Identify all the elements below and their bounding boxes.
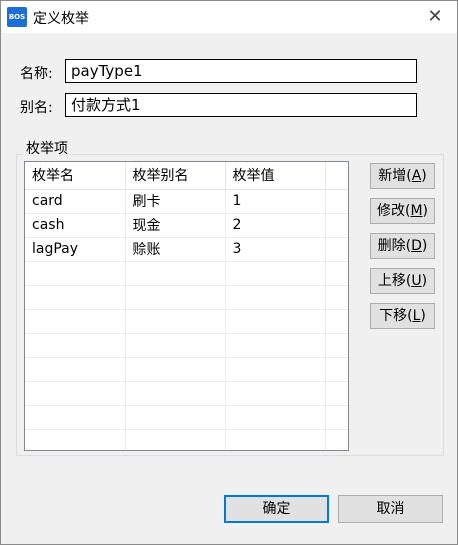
empty-row: [25, 333, 348, 358]
move-up-button[interactable]: 上移(U): [370, 268, 435, 294]
enum-items-group-title: 枚举项: [23, 138, 71, 158]
cancel-button[interactable]: 取消: [338, 495, 443, 523]
column-header-alias[interactable]: 枚举别名: [125, 162, 226, 190]
cell-name[interactable]: card: [25, 189, 126, 214]
table-row[interactable]: cash 现金 2: [25, 213, 348, 238]
empty-row: [25, 381, 348, 406]
title-bar: BOS 定义枚举 ✕: [1, 1, 457, 33]
cell-filler: [325, 237, 348, 262]
move-down-button[interactable]: 下移(L): [370, 303, 435, 329]
alias-input[interactable]: 付款方式1: [65, 93, 417, 117]
ok-button[interactable]: 确定: [224, 495, 329, 523]
column-header-name[interactable]: 枚举名: [25, 162, 126, 190]
cell-alias[interactable]: 赊账: [125, 237, 226, 262]
table-row[interactable]: card 刷卡 1: [25, 189, 348, 214]
cell-alias[interactable]: 现金: [125, 213, 226, 238]
empty-row: [25, 357, 348, 382]
cell-value[interactable]: 1: [225, 189, 326, 214]
name-label: 名称:: [20, 66, 53, 82]
name-input[interactable]: payType1: [65, 59, 417, 83]
cell-alias[interactable]: 刷卡: [125, 189, 226, 214]
enum-definition-dialog: BOS 定义枚举 ✕ 名称: payType1 别名: 付款方式1 枚举项 枚举…: [0, 0, 458, 545]
cell-name[interactable]: lagPay: [25, 237, 126, 262]
delete-button[interactable]: 删除(D): [370, 233, 435, 259]
empty-row: [25, 429, 348, 450]
close-icon[interactable]: ✕: [423, 5, 447, 29]
empty-row: [25, 405, 348, 430]
cell-filler: [325, 213, 348, 238]
enum-items-table[interactable]: 枚举名 枚举别名 枚举值 card 刷卡 1 cash 现金 2 lagPay …: [24, 161, 349, 451]
empty-row: [25, 261, 348, 286]
cell-filler: [325, 189, 348, 214]
cell-value[interactable]: 2: [225, 213, 326, 238]
app-icon: BOS: [7, 7, 27, 27]
alias-label: 别名:: [20, 100, 53, 116]
column-header-value[interactable]: 枚举值: [225, 162, 326, 190]
table-header-row: 枚举名 枚举别名 枚举值: [25, 162, 348, 190]
cell-value[interactable]: 3: [225, 237, 326, 262]
empty-row: [25, 309, 348, 334]
cell-name[interactable]: cash: [25, 213, 126, 238]
table-row[interactable]: lagPay 赊账 3: [25, 237, 348, 262]
window-title: 定义枚举: [33, 11, 89, 27]
empty-row: [25, 285, 348, 310]
add-button[interactable]: 新增(A): [370, 163, 435, 189]
modify-button[interactable]: 修改(M): [370, 198, 435, 224]
column-header-filler: [325, 162, 348, 190]
